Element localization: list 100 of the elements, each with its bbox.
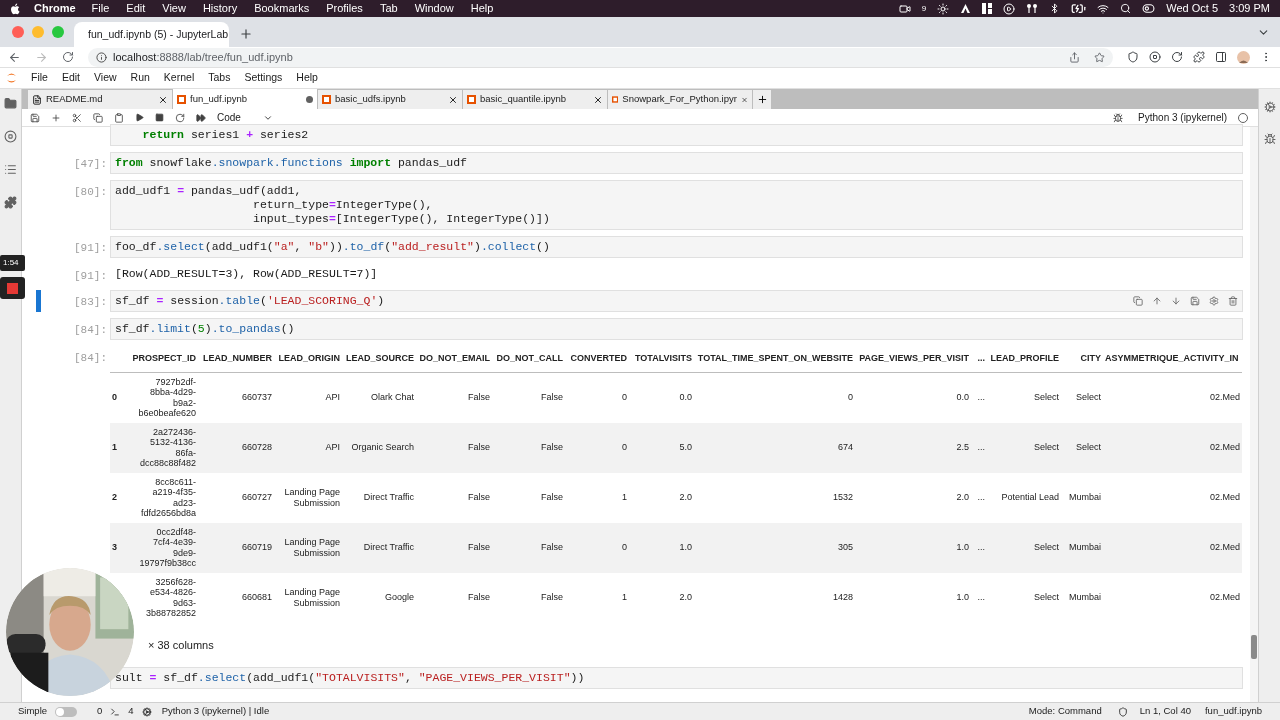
menu-item[interactable]: Help (296, 70, 318, 86)
browser-tab[interactable]: fun_udf.ipynb (5) - JupyterLab (74, 22, 229, 47)
cursor-position[interactable]: Ln 1, Col 40 (1139, 704, 1191, 719)
toc-icon[interactable] (4, 163, 17, 176)
code-input[interactable]: return series1 + series2 (110, 124, 1243, 146)
restart-icon[interactable] (175, 112, 185, 123)
shield-icon[interactable] (1117, 706, 1128, 717)
panels-icon[interactable] (982, 3, 993, 14)
kernel-name[interactable]: Python 3 (ipykernel) (1138, 110, 1227, 125)
reload-icon[interactable] (62, 51, 74, 63)
menu-item[interactable]: Edit (61, 70, 80, 86)
app-menu[interactable]: Chrome (34, 0, 76, 17)
code-input[interactable]: from snowflake.snowpark.functions import pandas_udf (110, 152, 1243, 174)
menu-bar-clock[interactable]: 3:09 PM (1229, 0, 1270, 17)
document-tab[interactable]: basic_quantile.ipynb (463, 90, 607, 109)
sun-icon[interactable] (937, 2, 950, 15)
table-cell: Mumbai (1069, 492, 1101, 503)
menu-item[interactable]: Kernel (163, 70, 195, 86)
close-icon[interactable] (158, 94, 168, 105)
side-panel-icon[interactable] (1215, 51, 1227, 63)
triangle-icon[interactable] (960, 3, 972, 14)
extensions-icon[interactable] (1193, 51, 1205, 63)
run-all-icon[interactable] (196, 112, 206, 123)
control-center-icon[interactable] (1142, 2, 1156, 15)
scrollbar-thumb[interactable] (1251, 635, 1257, 659)
kernel-status[interactable]: Python 3 (ipykernel) | Idle (161, 704, 270, 719)
extensions-icon[interactable] (4, 196, 17, 209)
save-icon[interactable] (30, 112, 40, 123)
camera-icon[interactable] (898, 2, 911, 15)
table-cell: False (468, 592, 490, 603)
delete-icon[interactable] (1228, 296, 1238, 306)
code-input[interactable]: add_udf1 = pandas_udf(add1, return_type=IntegerType(), input_types=[IntegerType(), IntegerType()]) (110, 180, 1243, 230)
terminal-icon[interactable] (110, 706, 121, 717)
menu-bar-date[interactable]: Wed Oct 5 (1166, 0, 1219, 17)
close-icon[interactable] (448, 94, 458, 105)
profile-avatar[interactable] (1237, 50, 1250, 64)
bookmark-icon[interactable] (1094, 51, 1105, 63)
mode-indicator[interactable]: Mode: Command (1028, 704, 1102, 719)
duplicate-icon[interactable] (1133, 296, 1143, 306)
menu-item[interactable]: Edit (126, 0, 146, 17)
new-launcher-icon[interactable] (756, 94, 768, 105)
document-tab[interactable]: Snowpark_For_Python.ipyr (608, 90, 752, 109)
document-tab[interactable]: README.md (28, 90, 172, 109)
table-cell: 660727 (241, 492, 272, 503)
menu-item[interactable]: Profiles (326, 0, 363, 17)
menu-item[interactable]: Tab (379, 0, 398, 17)
table-cell: False (541, 492, 563, 503)
menu-item[interactable]: Window (414, 0, 454, 17)
kernel-icon[interactable] (141, 706, 152, 717)
notebook-icon (322, 95, 331, 104)
simple-mode-switch[interactable] (55, 706, 78, 717)
debugger-icon[interactable] (1113, 112, 1124, 123)
address-field[interactable]: localhost:8888/lab/tree/fun_udf.ipynb (88, 47, 1113, 67)
apple-icon[interactable] (10, 2, 20, 15)
table-cell: 2.0 (679, 492, 692, 503)
terminal-count[interactable]: 0 (97, 704, 103, 719)
code-input[interactable]: sf_df = session.table('LEAD_SCORING_Q') (110, 290, 1243, 312)
table-cell: Direct Traffic (363, 542, 414, 553)
new-tab-icon[interactable] (239, 27, 253, 41)
status-badge[interactable]: 9 (921, 2, 927, 15)
menu-item[interactable]: Run (130, 70, 150, 86)
cell-type-dropdown[interactable]: Code (217, 110, 273, 125)
search-icon[interactable] (1120, 3, 1132, 14)
add-cell-icon[interactable] (51, 112, 61, 123)
menu-item[interactable]: Help (470, 0, 494, 17)
paste-icon[interactable] (114, 112, 124, 123)
menu-item[interactable]: Bookmarks (254, 0, 310, 17)
table-cell: API (325, 442, 340, 453)
menu-item[interactable]: File (31, 70, 48, 86)
close-icon[interactable] (593, 94, 603, 105)
earbuds-icon[interactable] (1026, 3, 1039, 14)
menu-item[interactable]: View (94, 70, 117, 86)
menu-item[interactable]: Settings (244, 70, 283, 86)
property-inspector-icon[interactable] (1263, 101, 1276, 113)
share-icon[interactable] (1069, 51, 1080, 63)
play-icon[interactable] (1003, 2, 1016, 15)
stop-icon[interactable] (155, 113, 164, 122)
run-icon[interactable] (135, 113, 144, 122)
cut-icon[interactable] (72, 112, 82, 123)
document-tab[interactable]: fun_udf.ipynb (173, 89, 317, 109)
menu-item[interactable]: Tabs (208, 70, 231, 86)
menu-item[interactable]: History (202, 0, 238, 17)
move-down-icon[interactable] (1171, 296, 1181, 306)
copy-icon[interactable] (93, 112, 103, 123)
menu-item[interactable]: View (162, 0, 186, 17)
back-icon[interactable] (8, 50, 21, 64)
code-input[interactable]: foo_df.select(add_udf1("a", "b")).to_df("add_result").collect() (110, 236, 1243, 258)
wifi-icon[interactable] (1097, 2, 1110, 15)
move-up-icon[interactable] (1152, 296, 1162, 306)
battery-icon[interactable] (1071, 1, 1087, 16)
folder-icon[interactable] (4, 97, 17, 110)
debugger-icon[interactable] (1263, 133, 1276, 145)
site-info-icon[interactable] (96, 51, 107, 63)
kernel-count[interactable]: 4 (128, 704, 134, 719)
code-input[interactable]: sf_df.limit(5).to_pandas() (110, 318, 1243, 340)
code-input[interactable]: sult = sf_df.select(add_udf1("TOTALVISITS", "PAGE_VIEWS_PER_VISIT")) (110, 667, 1243, 689)
document-tab[interactable]: basic_udfs.ipynb (318, 90, 462, 109)
menu-item[interactable]: File (91, 0, 110, 17)
running-icon[interactable] (4, 130, 17, 143)
stop-recording-button[interactable] (0, 277, 25, 299)
